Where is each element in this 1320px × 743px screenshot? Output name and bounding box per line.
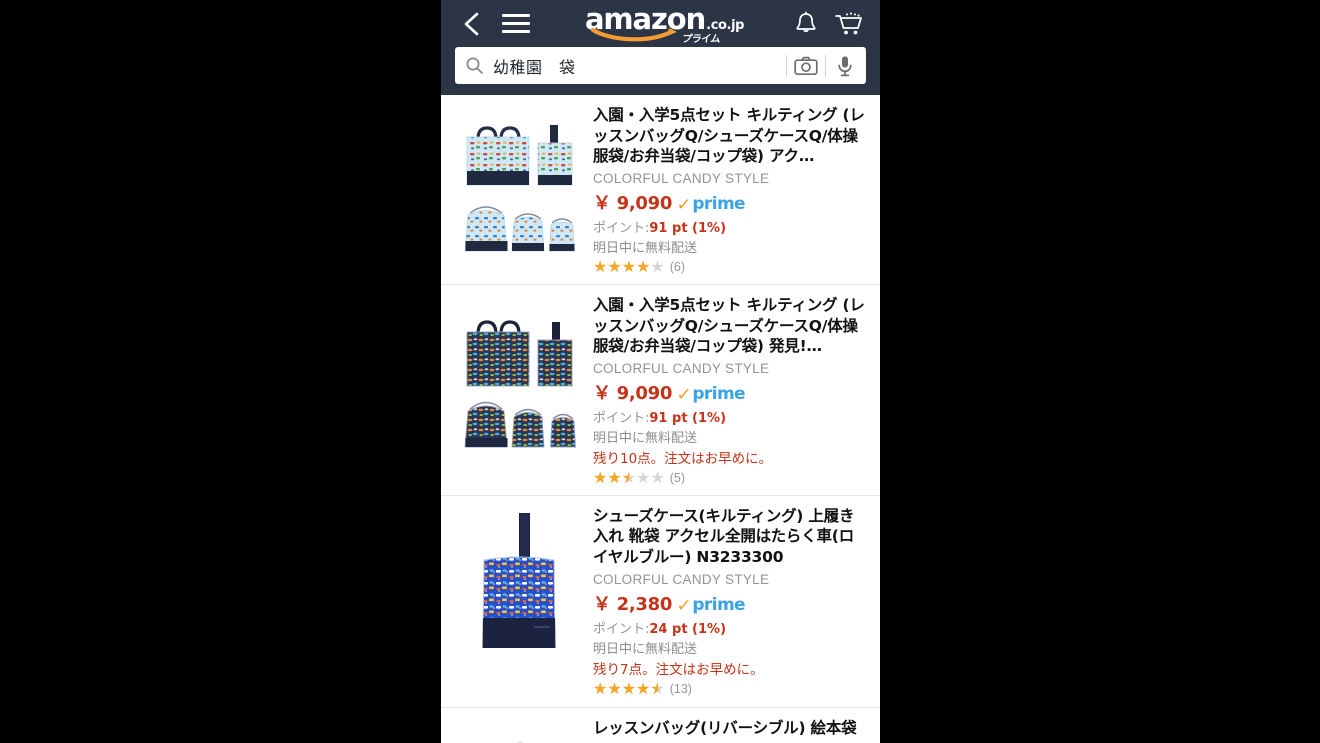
back-button[interactable] <box>455 7 489 41</box>
prime-check-icon: ✓ <box>676 386 692 403</box>
star-rating-fill: ★★★★★ <box>593 681 658 697</box>
five-piece-set-navy-image <box>456 297 582 477</box>
product-info: 入園・入学5点セット キルティング (レッスンバッグQ/シューズケースQ/体操服… <box>585 295 868 486</box>
hamburger-menu-icon[interactable] <box>497 7 535 41</box>
amazon-smile-arrow-icon <box>591 27 685 42</box>
product-rating[interactable]: ★★★★★ ★★★★★ (5) <box>593 470 868 486</box>
points-value: 91 pt (1%) <box>649 411 726 426</box>
lesson-bag-reversible-image <box>456 720 582 743</box>
screenshot-stage: amazon.co.jp プライム <box>0 0 1320 743</box>
prime-label: prime <box>692 595 745 615</box>
product-thumbnail[interactable] <box>453 295 585 486</box>
product-stock-warning: 残り7点。注文はお早めに。 <box>593 658 868 678</box>
search-result-item[interactable]: 入園・入学5点セット キルティング (レッスンバッグQ/シューズケースQ/体操服… <box>441 95 880 285</box>
product-delivery: 明日中に無料配送 <box>593 237 868 256</box>
voice-search-button[interactable] <box>826 48 864 83</box>
phone-viewport: amazon.co.jp プライム <box>441 0 880 743</box>
product-stock-warning: 残り10点。注文はお早めに。 <box>593 447 868 467</box>
cart-button[interactable] <box>834 11 864 37</box>
price-row: ￥ 9,090 ✓ prime <box>593 379 868 405</box>
rating-count: (13) <box>670 682 692 696</box>
star-rating: ★★★★★ ★★★★★ <box>593 470 665 486</box>
product-delivery: 明日中に無料配送 <box>593 427 868 446</box>
header-top-row: amazon.co.jp プライム <box>441 0 880 47</box>
product-thumbnail[interactable] <box>453 506 585 698</box>
search-row: 幼稚園 袋 <box>441 47 880 94</box>
points-value: 91 pt (1%) <box>649 221 726 236</box>
amazon-logo[interactable]: amazon.co.jp プライム <box>535 0 794 47</box>
product-price: ￥ 2,380 <box>593 590 672 616</box>
product-thumbnail[interactable] <box>453 718 585 743</box>
product-points: ポイント:91 pt (1%) <box>593 407 868 426</box>
search-results-list: 入園・入学5点セット キルティング (レッスンバッグQ/シューズケースQ/体操服… <box>441 95 880 743</box>
notification-bell-button[interactable] <box>794 11 818 37</box>
camera-search-button[interactable] <box>787 48 825 83</box>
product-title[interactable]: 入園・入学5点セット キルティング (レッスンバッグQ/シューズケースQ/体操服… <box>593 295 868 357</box>
product-info: シューズケース(キルティング) 上履き入れ 靴袋 アクセル全開はたらく車(ロイヤ… <box>585 506 868 698</box>
logo-prime-label: プライム <box>682 35 721 45</box>
price-row: ￥ 2,380 ✓ prime <box>593 590 868 616</box>
shoe-case-royal-blue-image <box>456 508 582 698</box>
points-value: 24 pt (1%) <box>649 622 726 637</box>
search-result-item[interactable]: 入園・入学5点セット キルティング (レッスンバッグQ/シューズケースQ/体操服… <box>441 285 880 496</box>
product-title[interactable]: 入園・入学5点セット キルティング (レッスンバッグQ/シューズケースQ/体操服… <box>593 105 868 167</box>
rating-count: (5) <box>670 471 685 485</box>
shopping-cart-icon <box>834 11 864 37</box>
star-rating-fill: ★★★★★ <box>593 470 629 486</box>
product-delivery: 明日中に無料配送 <box>593 638 868 657</box>
search-input[interactable]: 幼稚園 袋 <box>484 54 786 78</box>
prime-badge: ✓ prime <box>677 595 745 615</box>
search-result-item[interactable]: レッスンバッグ(リバーシブル) 絵本袋 <box>441 708 880 743</box>
product-thumbnail[interactable] <box>453 105 585 275</box>
points-label: ポイント: <box>593 411 649 426</box>
product-rating[interactable]: ★★★★★ ★★★★★ (13) <box>593 681 868 697</box>
logo-tld: .co.jp <box>706 19 744 32</box>
product-brand: COLORFUL CANDY STYLE <box>593 171 868 186</box>
prime-label: prime <box>692 194 745 214</box>
search-icon <box>465 56 484 75</box>
points-label: ポイント: <box>593 622 649 637</box>
product-points: ポイント:24 pt (1%) <box>593 618 868 637</box>
product-title[interactable]: レッスンバッグ(リバーシブル) 絵本袋 <box>593 718 868 739</box>
product-info: 入園・入学5点セット キルティング (レッスンバッグQ/シューズケースQ/体操服… <box>585 105 868 275</box>
chevron-left-icon <box>462 11 482 37</box>
search-bar[interactable]: 幼稚園 袋 <box>455 47 866 84</box>
price-row: ￥ 9,090 ✓ prime <box>593 189 868 215</box>
star-rating-fill: ★★★★★ <box>593 259 650 275</box>
prime-label: prime <box>692 384 745 404</box>
rating-count: (6) <box>670 260 685 274</box>
product-brand: COLORFUL CANDY STYLE <box>593 572 868 587</box>
product-price: ￥ 9,090 <box>593 379 672 405</box>
camera-icon <box>794 56 818 76</box>
prime-badge: ✓ prime <box>677 384 745 404</box>
microphone-icon <box>837 55 853 77</box>
star-rating: ★★★★★ ★★★★★ <box>593 259 665 275</box>
prime-check-icon: ✓ <box>676 597 692 614</box>
product-rating[interactable]: ★★★★★ ★★★★★ (6) <box>593 259 868 275</box>
product-points: ポイント:91 pt (1%) <box>593 217 868 236</box>
search-result-item[interactable]: シューズケース(キルティング) 上履き入れ 靴袋 アクセル全開はたらく車(ロイヤ… <box>441 496 880 708</box>
app-header: amazon.co.jp プライム <box>441 0 880 95</box>
product-price: ￥ 9,090 <box>593 189 672 215</box>
prime-check-icon: ✓ <box>676 196 692 213</box>
product-title[interactable]: シューズケース(キルティング) 上履き入れ 靴袋 アクセル全開はたらく車(ロイヤ… <box>593 506 868 568</box>
prime-badge: ✓ prime <box>677 194 745 214</box>
star-rating: ★★★★★ ★★★★★ <box>593 681 665 697</box>
five-piece-set-light-blue-image <box>456 107 582 275</box>
points-label: ポイント: <box>593 221 649 236</box>
product-brand: COLORFUL CANDY STYLE <box>593 361 868 376</box>
product-info: レッスンバッグ(リバーシブル) 絵本袋 <box>585 718 868 743</box>
header-action-icons <box>794 11 866 37</box>
notification-bell-icon <box>794 11 818 37</box>
